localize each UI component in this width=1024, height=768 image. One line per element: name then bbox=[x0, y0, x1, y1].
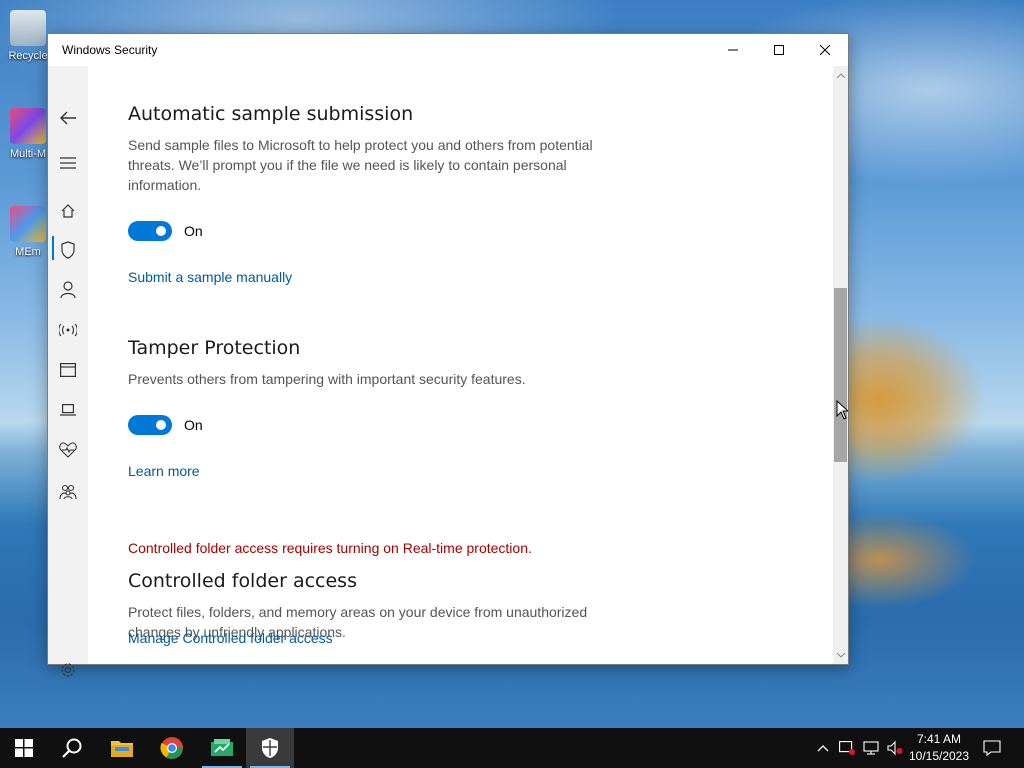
tray-monitor-alert-icon bbox=[839, 741, 855, 755]
taskbar-clock[interactable]: 7:41 AM 10/15/2023 bbox=[906, 731, 972, 765]
chrome-icon bbox=[160, 737, 183, 759]
maximize-icon bbox=[774, 45, 784, 55]
taskbar-app[interactable] bbox=[198, 728, 246, 768]
app-window-icon bbox=[60, 363, 76, 377]
scroll-down-button[interactable] bbox=[833, 648, 848, 662]
nav-item-virus-protection[interactable] bbox=[48, 232, 88, 268]
chevron-up-icon bbox=[836, 72, 845, 78]
navigation-sidebar bbox=[48, 66, 88, 677]
nav-item-settings[interactable] bbox=[48, 652, 88, 688]
laptop-icon bbox=[60, 404, 76, 416]
desktop-icon-label: Multi-M bbox=[9, 148, 47, 160]
hamburger-icon bbox=[60, 157, 76, 169]
sample-submission-description: Send sample files to Microsoft to help p… bbox=[128, 137, 593, 193]
taskbar-chrome[interactable] bbox=[148, 728, 196, 768]
sample-submission-toggle-label: On bbox=[184, 223, 203, 239]
memu-icon bbox=[10, 206, 46, 242]
search-button[interactable] bbox=[48, 728, 96, 768]
tamper-protection-toggle-label: On bbox=[184, 417, 203, 433]
start-button[interactable] bbox=[0, 728, 48, 768]
sample-submission-toggle[interactable] bbox=[128, 221, 172, 241]
nav-item-firewall[interactable] bbox=[48, 312, 88, 348]
network-tray-button[interactable] bbox=[862, 740, 880, 756]
wireless-antenna-icon bbox=[59, 323, 77, 337]
desktop-icon-memu[interactable]: MEm bbox=[6, 206, 50, 258]
tamper-protection-toggle[interactable] bbox=[128, 415, 172, 435]
windows-security-window: Windows Security Automatic sample submis… bbox=[47, 33, 849, 677]
minimize-button[interactable] bbox=[710, 34, 756, 66]
nav-item-account-protection[interactable] bbox=[48, 272, 88, 308]
desktop-icon-label: MEm bbox=[15, 246, 41, 258]
family-icon bbox=[59, 484, 77, 500]
nav-item-app-browser-control[interactable] bbox=[48, 352, 88, 388]
shield-icon bbox=[61, 241, 75, 259]
sample-submission-heading: Automatic sample submission bbox=[128, 103, 414, 125]
desktop-icon-multi-manager[interactable]: Multi-M bbox=[6, 108, 50, 160]
hamburger-menu-button[interactable] bbox=[48, 145, 88, 181]
tamper-protection-description: Prevents others from tampering with impo… bbox=[128, 371, 526, 387]
nav-item-device-security[interactable] bbox=[48, 392, 88, 428]
scroll-up-button[interactable] bbox=[833, 68, 848, 82]
taskbar-file-explorer[interactable] bbox=[98, 728, 146, 768]
vertical-scrollbar[interactable] bbox=[833, 66, 848, 664]
settings-content: Automatic sample submission Send sample … bbox=[88, 66, 833, 664]
mouse-cursor-icon bbox=[836, 400, 848, 420]
back-button[interactable] bbox=[48, 100, 88, 136]
gear-icon bbox=[61, 663, 75, 677]
person-icon bbox=[60, 281, 76, 299]
submit-sample-manually-link[interactable]: Submit a sample manually bbox=[128, 269, 292, 285]
app-icon bbox=[211, 739, 233, 756]
tray-app-icon[interactable] bbox=[838, 740, 856, 756]
action-center-button[interactable] bbox=[982, 740, 1002, 756]
multi-manager-icon bbox=[10, 108, 46, 144]
controlled-folder-warning: Controlled folder access requires turnin… bbox=[128, 540, 532, 556]
maximize-button[interactable] bbox=[756, 34, 802, 66]
toggle-knob bbox=[156, 420, 166, 430]
learn-more-link[interactable]: Learn more bbox=[128, 463, 200, 479]
minimize-icon bbox=[728, 49, 738, 51]
scrollbar-thumb[interactable] bbox=[834, 288, 847, 462]
clock-time: 7:41 AM bbox=[916, 732, 962, 746]
clock-date: 10/15/2023 bbox=[908, 749, 970, 763]
volume-tray-button[interactable] bbox=[886, 740, 904, 756]
window-title: Windows Security bbox=[62, 43, 158, 57]
back-arrow-icon bbox=[60, 111, 76, 125]
title-bar[interactable]: Windows Security bbox=[48, 34, 848, 66]
recycle-bin-icon bbox=[10, 10, 46, 46]
search-icon bbox=[62, 738, 82, 758]
chevron-down-icon bbox=[836, 652, 845, 658]
manage-controlled-folder-access-link[interactable]: Manage Controlled folder access bbox=[128, 630, 333, 646]
home-icon bbox=[61, 204, 75, 218]
windows-security-shield-icon bbox=[262, 738, 278, 758]
tamper-protection-heading: Tamper Protection bbox=[128, 337, 301, 359]
chevron-up-icon bbox=[817, 745, 829, 752]
taskbar: 7:41 AM 10/15/2023 bbox=[0, 728, 1024, 768]
close-button[interactable] bbox=[802, 34, 848, 66]
toggle-knob bbox=[156, 226, 166, 236]
speaker-muted-icon bbox=[887, 741, 903, 755]
show-hidden-icons-button[interactable] bbox=[814, 740, 832, 756]
notification-icon bbox=[983, 740, 1001, 756]
nav-item-device-performance[interactable] bbox=[48, 432, 88, 468]
desktop-icon-recycle-bin[interactable]: Recycle bbox=[6, 10, 50, 62]
folder-icon bbox=[111, 741, 133, 757]
controlled-folder-heading: Controlled folder access bbox=[128, 570, 357, 592]
desktop-icon-label: Recycle bbox=[8, 50, 48, 62]
heart-pulse-icon bbox=[59, 442, 77, 458]
nav-item-home[interactable] bbox=[48, 193, 88, 229]
windows-logo-icon bbox=[15, 739, 33, 757]
nav-item-family-options[interactable] bbox=[48, 474, 88, 510]
close-icon bbox=[820, 45, 830, 55]
taskbar-windows-security[interactable] bbox=[246, 728, 294, 768]
network-icon bbox=[863, 741, 879, 755]
